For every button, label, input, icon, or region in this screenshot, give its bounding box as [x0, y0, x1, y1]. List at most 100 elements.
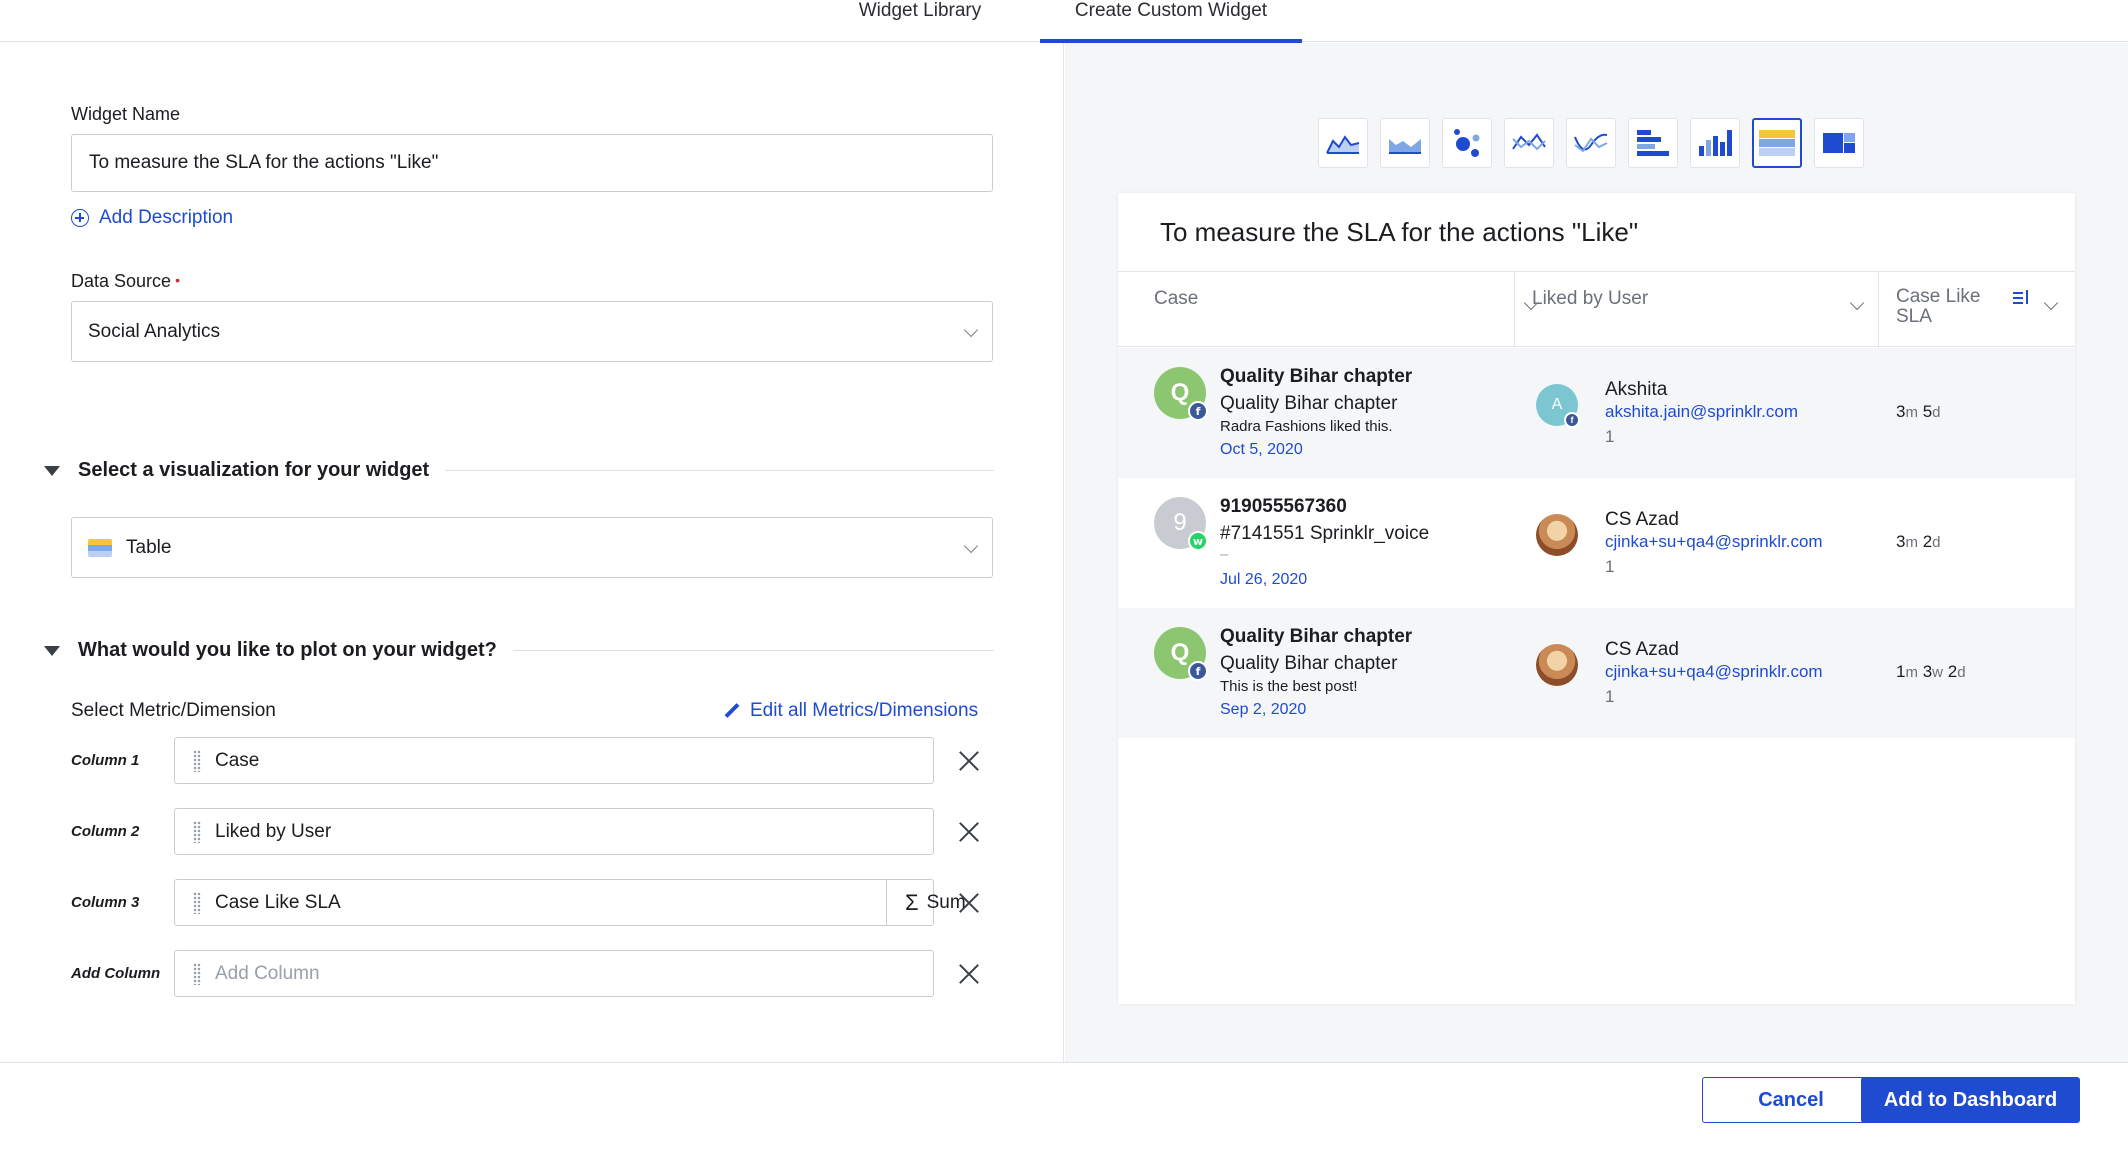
column-divider: [1878, 272, 1879, 348]
table-icon: [1759, 130, 1795, 156]
plot-section-header[interactable]: What would you like to plot on your widg…: [44, 639, 994, 662]
cancel-button[interactable]: Cancel: [1702, 1077, 1880, 1123]
edit-all-metrics-text: Edit all Metrics/Dimensions: [750, 700, 979, 721]
visualization-section-title: Select a visualization for your widget: [78, 459, 430, 481]
spline-chart-button[interactable]: [1566, 118, 1616, 168]
sla-value: 3m 5d: [1896, 402, 1941, 421]
visualization-section-header[interactable]: Select a visualization for your widget: [44, 459, 994, 482]
case-name[interactable]: 919055567360: [1220, 496, 1347, 518]
user-count: 1: [1605, 687, 1615, 706]
collapse-triangle-icon: [44, 465, 60, 476]
column-3-input[interactable]: Case Like SLA Σ Sum: [174, 879, 1088, 926]
table-row[interactable]: Q f Quality Bihar chapter Quality Bihar …: [1118, 608, 2075, 738]
tab-widget-library[interactable]: Widget Library: [820, 0, 1020, 42]
collapse-triangle-icon: [44, 645, 60, 656]
user-email[interactable]: cjinka+su+qa4@sprinklr.com: [1605, 532, 1823, 552]
sla-value: 3m 2d: [1896, 532, 1941, 551]
tab-bar: Widget Library Create Custom Widget: [0, 0, 2128, 43]
table-header: Case Liked by User Case Like SLA: [1118, 271, 2075, 348]
header-case-label: Case: [1154, 288, 1199, 309]
add-circle-icon: [71, 209, 89, 227]
case-date[interactable]: Oct 5, 2020: [1220, 441, 1303, 459]
data-source-label: Data Source •: [71, 271, 180, 292]
case-date[interactable]: Jul 26, 2020: [1220, 571, 1307, 589]
facebook-icon: f: [1564, 412, 1580, 428]
widget-name-value: To measure the SLA for the actions "Like…: [89, 152, 439, 173]
chevron-down-icon: [2043, 295, 2059, 311]
add-description-text: Add Description: [99, 207, 234, 228]
table-chart-button[interactable]: [1752, 118, 1802, 168]
user-count: 1: [1605, 427, 1615, 446]
user-email[interactable]: cjinka+su+qa4@sprinklr.com: [1605, 662, 1823, 682]
user-name: CS Azad: [1605, 639, 1679, 660]
sort-icon[interactable]: [2013, 290, 2031, 306]
widget-name-label: Widget Name: [71, 104, 181, 124]
preview-title: To measure the SLA for the actions "Like…: [1160, 217, 1639, 247]
case-subtitle: Quality Bihar chapter: [1220, 393, 1398, 414]
select-metric-label: Select Metric/Dimension: [71, 700, 276, 721]
horizontal-bar-icon: [1637, 130, 1669, 156]
column-3-value: Case Like SLA: [215, 891, 341, 913]
header-liked-by-user-label: Liked by User: [1532, 288, 1649, 309]
user-name: CS Azad: [1605, 509, 1679, 530]
remove-column-3-icon[interactable]: [958, 892, 980, 914]
visualization-select[interactable]: Table: [71, 517, 993, 578]
drag-handle-icon[interactable]: [193, 962, 201, 985]
column-chart-button[interactable]: [1690, 118, 1740, 168]
table-icon: [88, 538, 112, 557]
table-row[interactable]: 9 w 919055567360 #7141551 Sprinklr_voice…: [1118, 478, 2075, 608]
bubble-chart-button[interactable]: [1442, 118, 1492, 168]
table-row[interactable]: Q f Quality Bihar chapter Quality Bihar …: [1118, 348, 2075, 478]
column-2-input[interactable]: Liked by User: [174, 808, 934, 855]
drag-handle-icon[interactable]: [193, 820, 201, 843]
sigma-icon: Σ: [905, 889, 919, 915]
column-1-label: Column 1: [71, 752, 140, 769]
horizontal-bar-chart-button[interactable]: [1628, 118, 1678, 168]
case-message: –: [1220, 546, 1229, 563]
column-divider: [1514, 272, 1515, 348]
drag-handle-icon[interactable]: [193, 749, 201, 772]
user-avatar: [1536, 514, 1578, 556]
footer-bar: Cancel Add to Dashboard: [0, 1062, 2128, 1154]
add-column-input[interactable]: Add Column: [174, 950, 934, 997]
treemap-chart-button[interactable]: [1814, 118, 1864, 168]
pencil-icon: [724, 703, 740, 719]
add-description-link[interactable]: Add Description: [71, 207, 233, 229]
case-name[interactable]: Quality Bihar chapter: [1220, 366, 1412, 388]
case-date[interactable]: Sep 2, 2020: [1220, 701, 1306, 719]
user-avatar: [1536, 644, 1578, 686]
tab-create-custom-widget[interactable]: Create Custom Widget: [1040, 0, 1302, 43]
drag-handle-icon[interactable]: [193, 891, 201, 914]
remove-column-1-icon[interactable]: [958, 750, 980, 772]
required-indicator: •: [175, 272, 180, 288]
data-source-label-text: Data Source: [71, 271, 172, 291]
facebook-icon: f: [1188, 661, 1208, 681]
facebook-icon: f: [1188, 401, 1208, 421]
header-liked-by-user[interactable]: Liked by User: [1532, 272, 1882, 348]
column-1-input[interactable]: Case: [174, 737, 934, 784]
remove-add-column-icon[interactable]: [958, 963, 980, 985]
widget-name-input[interactable]: To measure the SLA for the actions "Like…: [71, 134, 993, 192]
treemap-icon: [1823, 133, 1855, 153]
header-case-like-sla[interactable]: Case Like SLA: [1896, 272, 2066, 348]
remove-column-2-icon[interactable]: [958, 821, 980, 843]
data-source-select[interactable]: Social Analytics: [71, 301, 993, 362]
spline-icon: [1574, 133, 1608, 153]
area-line-chart-button[interactable]: [1318, 118, 1368, 168]
add-column-placeholder: Add Column: [215, 962, 320, 984]
area-chart-button[interactable]: [1380, 118, 1430, 168]
header-case-like-sla-label: Case Like SLA: [1896, 286, 1981, 327]
case-subtitle: #7141551 Sprinklr_voice: [1220, 523, 1430, 544]
data-source-value: Social Analytics: [88, 320, 221, 342]
column-2-value: Liked by User: [215, 820, 332, 842]
add-column-label: Add Column: [71, 965, 161, 982]
case-name[interactable]: Quality Bihar chapter: [1220, 626, 1412, 648]
edit-all-metrics-link[interactable]: Edit all Metrics/Dimensions: [724, 700, 978, 722]
user-email[interactable]: akshita.jain@sprinklr.com: [1605, 402, 1798, 422]
case-subtitle: Quality Bihar chapter: [1220, 653, 1398, 674]
add-to-dashboard-button[interactable]: Add to Dashboard: [1861, 1077, 2080, 1123]
line-chart-button[interactable]: [1504, 118, 1554, 168]
area-line-icon: [1326, 135, 1360, 154]
header-case[interactable]: Case: [1154, 272, 1539, 348]
sla-value: 1m 3w 2d: [1896, 662, 1966, 681]
